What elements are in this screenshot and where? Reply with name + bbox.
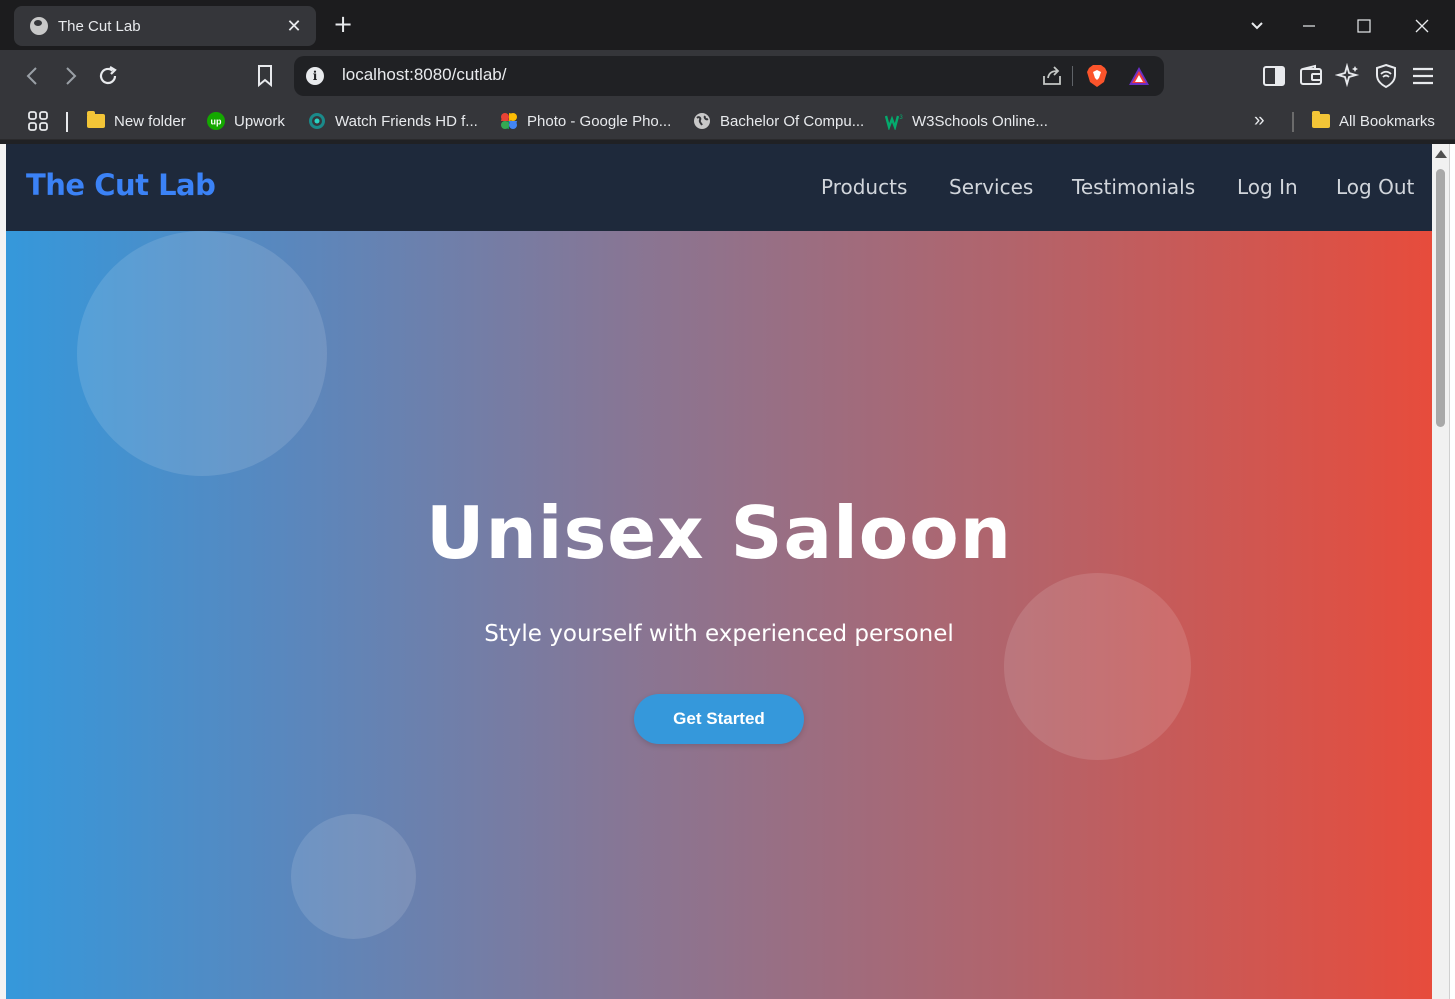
- watch-icon: [309, 113, 325, 129]
- chevron-down-icon: [1251, 22, 1263, 30]
- browser-chrome: The Cut Lab ✕ + i localhost:8080/cutlab/…: [0, 0, 1455, 144]
- nav-link-testimonials[interactable]: Testimonials: [1072, 175, 1195, 199]
- decorative-circle: [291, 814, 416, 939]
- address-bar[interactable]: i localhost:8080/cutlab/: [294, 56, 1164, 96]
- share-icon[interactable]: [1040, 64, 1064, 88]
- tab-search-button[interactable]: [1243, 12, 1271, 40]
- bookmark-watch-friends[interactable]: Watch Friends HD f...: [308, 109, 478, 133]
- get-started-button[interactable]: Get Started: [634, 694, 804, 744]
- decorative-circle: [1004, 573, 1191, 760]
- url-text[interactable]: localhost:8080/cutlab/: [342, 65, 506, 85]
- close-icon: [1415, 19, 1429, 33]
- brave-rewards-icon[interactable]: [1128, 65, 1150, 87]
- bookmark-label: New folder: [114, 112, 186, 130]
- tab-close-button[interactable]: ✕: [284, 16, 304, 37]
- svg-text:up: up: [211, 117, 222, 127]
- globe-icon: [30, 17, 48, 35]
- bookmark-label: All Bookmarks: [1339, 112, 1435, 130]
- leo-ai-icon[interactable]: [1335, 63, 1361, 89]
- bookmark-google-photos[interactable]: Photo - Google Pho...: [500, 109, 671, 133]
- apps-grid-icon[interactable]: [26, 109, 50, 133]
- nav-link-products[interactable]: Products: [821, 175, 907, 199]
- bookmark-icon: [258, 65, 272, 88]
- vpn-shield-icon[interactable]: [1373, 63, 1399, 89]
- hero-section: Unisex Saloon Style yourself with experi…: [6, 231, 1432, 999]
- forward-button[interactable]: [57, 63, 83, 89]
- bookmarks-overflow-button[interactable]: »: [1254, 109, 1265, 133]
- wallet-icon[interactable]: [1298, 63, 1324, 89]
- upwork-icon: up: [207, 112, 225, 130]
- bookmark-page-button[interactable]: [252, 63, 278, 89]
- hero-title: Unisex Saloon: [426, 491, 1012, 575]
- bookmark-bachelor[interactable]: Bachelor Of Compu...: [693, 109, 864, 133]
- arrow-right-icon: [66, 67, 77, 85]
- page-scrollbar[interactable]: [1432, 144, 1449, 999]
- scrollbar-thumb[interactable]: [1436, 169, 1445, 427]
- nav-link-logout[interactable]: Log Out: [1336, 175, 1414, 199]
- bookmarks-divider: [66, 112, 68, 132]
- sidebar-icon[interactable]: [1261, 63, 1287, 89]
- nav-link-services[interactable]: Services: [949, 175, 1033, 199]
- folder-icon: [87, 111, 105, 128]
- new-tab-button[interactable]: +: [330, 11, 356, 37]
- bookmark-label: Watch Friends HD f...: [335, 112, 478, 130]
- bookmark-label: Upwork: [234, 112, 285, 130]
- folder-icon: [1312, 111, 1330, 128]
- brave-shields-icon[interactable]: [1086, 64, 1108, 88]
- decorative-circle: [77, 231, 327, 476]
- reload-button[interactable]: [95, 63, 121, 89]
- bookmark-label: Bachelor Of Compu...: [720, 112, 865, 130]
- tab-title: The Cut Lab: [58, 17, 141, 35]
- tab-bar: The Cut Lab ✕ +: [0, 0, 1455, 50]
- w3schools-icon: 3: [885, 115, 903, 130]
- all-bookmarks-button[interactable]: All Bookmarks: [1312, 109, 1435, 133]
- site-navbar: The Cut Lab Products Services Testimonia…: [6, 144, 1432, 231]
- arrow-left-icon: [26, 67, 37, 85]
- minimize-icon: [1303, 25, 1315, 27]
- bookmarks-divider: [1292, 112, 1294, 132]
- maximize-icon: [1357, 19, 1371, 33]
- window-edge-right: [1449, 144, 1455, 999]
- site-info-icon[interactable]: i: [306, 67, 324, 85]
- browser-tab[interactable]: The Cut Lab ✕: [14, 6, 316, 46]
- reload-icon: [99, 66, 117, 85]
- nav-link-login[interactable]: Log In: [1237, 175, 1298, 199]
- google-photos-icon: [501, 113, 517, 129]
- back-button[interactable]: [20, 63, 46, 89]
- scroll-up-arrow-icon[interactable]: [1435, 150, 1447, 158]
- site-logo[interactable]: The Cut Lab: [26, 168, 216, 202]
- svg-text:3: 3: [899, 115, 903, 121]
- omnibox-divider: [1072, 66, 1073, 86]
- bookmark-label: W3Schools Online...: [912, 112, 1048, 130]
- globe-icon: [694, 113, 710, 129]
- hero-subtitle: Style yourself with experienced personel: [484, 621, 954, 647]
- minimize-button[interactable]: [1295, 12, 1323, 40]
- bookmarks-bar: New folder up Upwork Watch Friends HD f.…: [0, 102, 1455, 140]
- bookmark-w3schools[interactable]: 3 W3Schools Online...: [885, 109, 1048, 133]
- close-window-button[interactable]: [1408, 12, 1436, 40]
- menu-icon[interactable]: [1410, 63, 1436, 89]
- page-viewport: The Cut Lab Products Services Testimonia…: [6, 144, 1432, 999]
- bookmark-label: Photo - Google Pho...: [527, 112, 672, 130]
- maximize-button[interactable]: [1350, 12, 1378, 40]
- browser-toolbar: i localhost:8080/cutlab/: [0, 50, 1455, 102]
- bookmark-upwork[interactable]: up Upwork: [207, 109, 285, 133]
- bookmark-new-folder[interactable]: New folder: [87, 109, 186, 133]
